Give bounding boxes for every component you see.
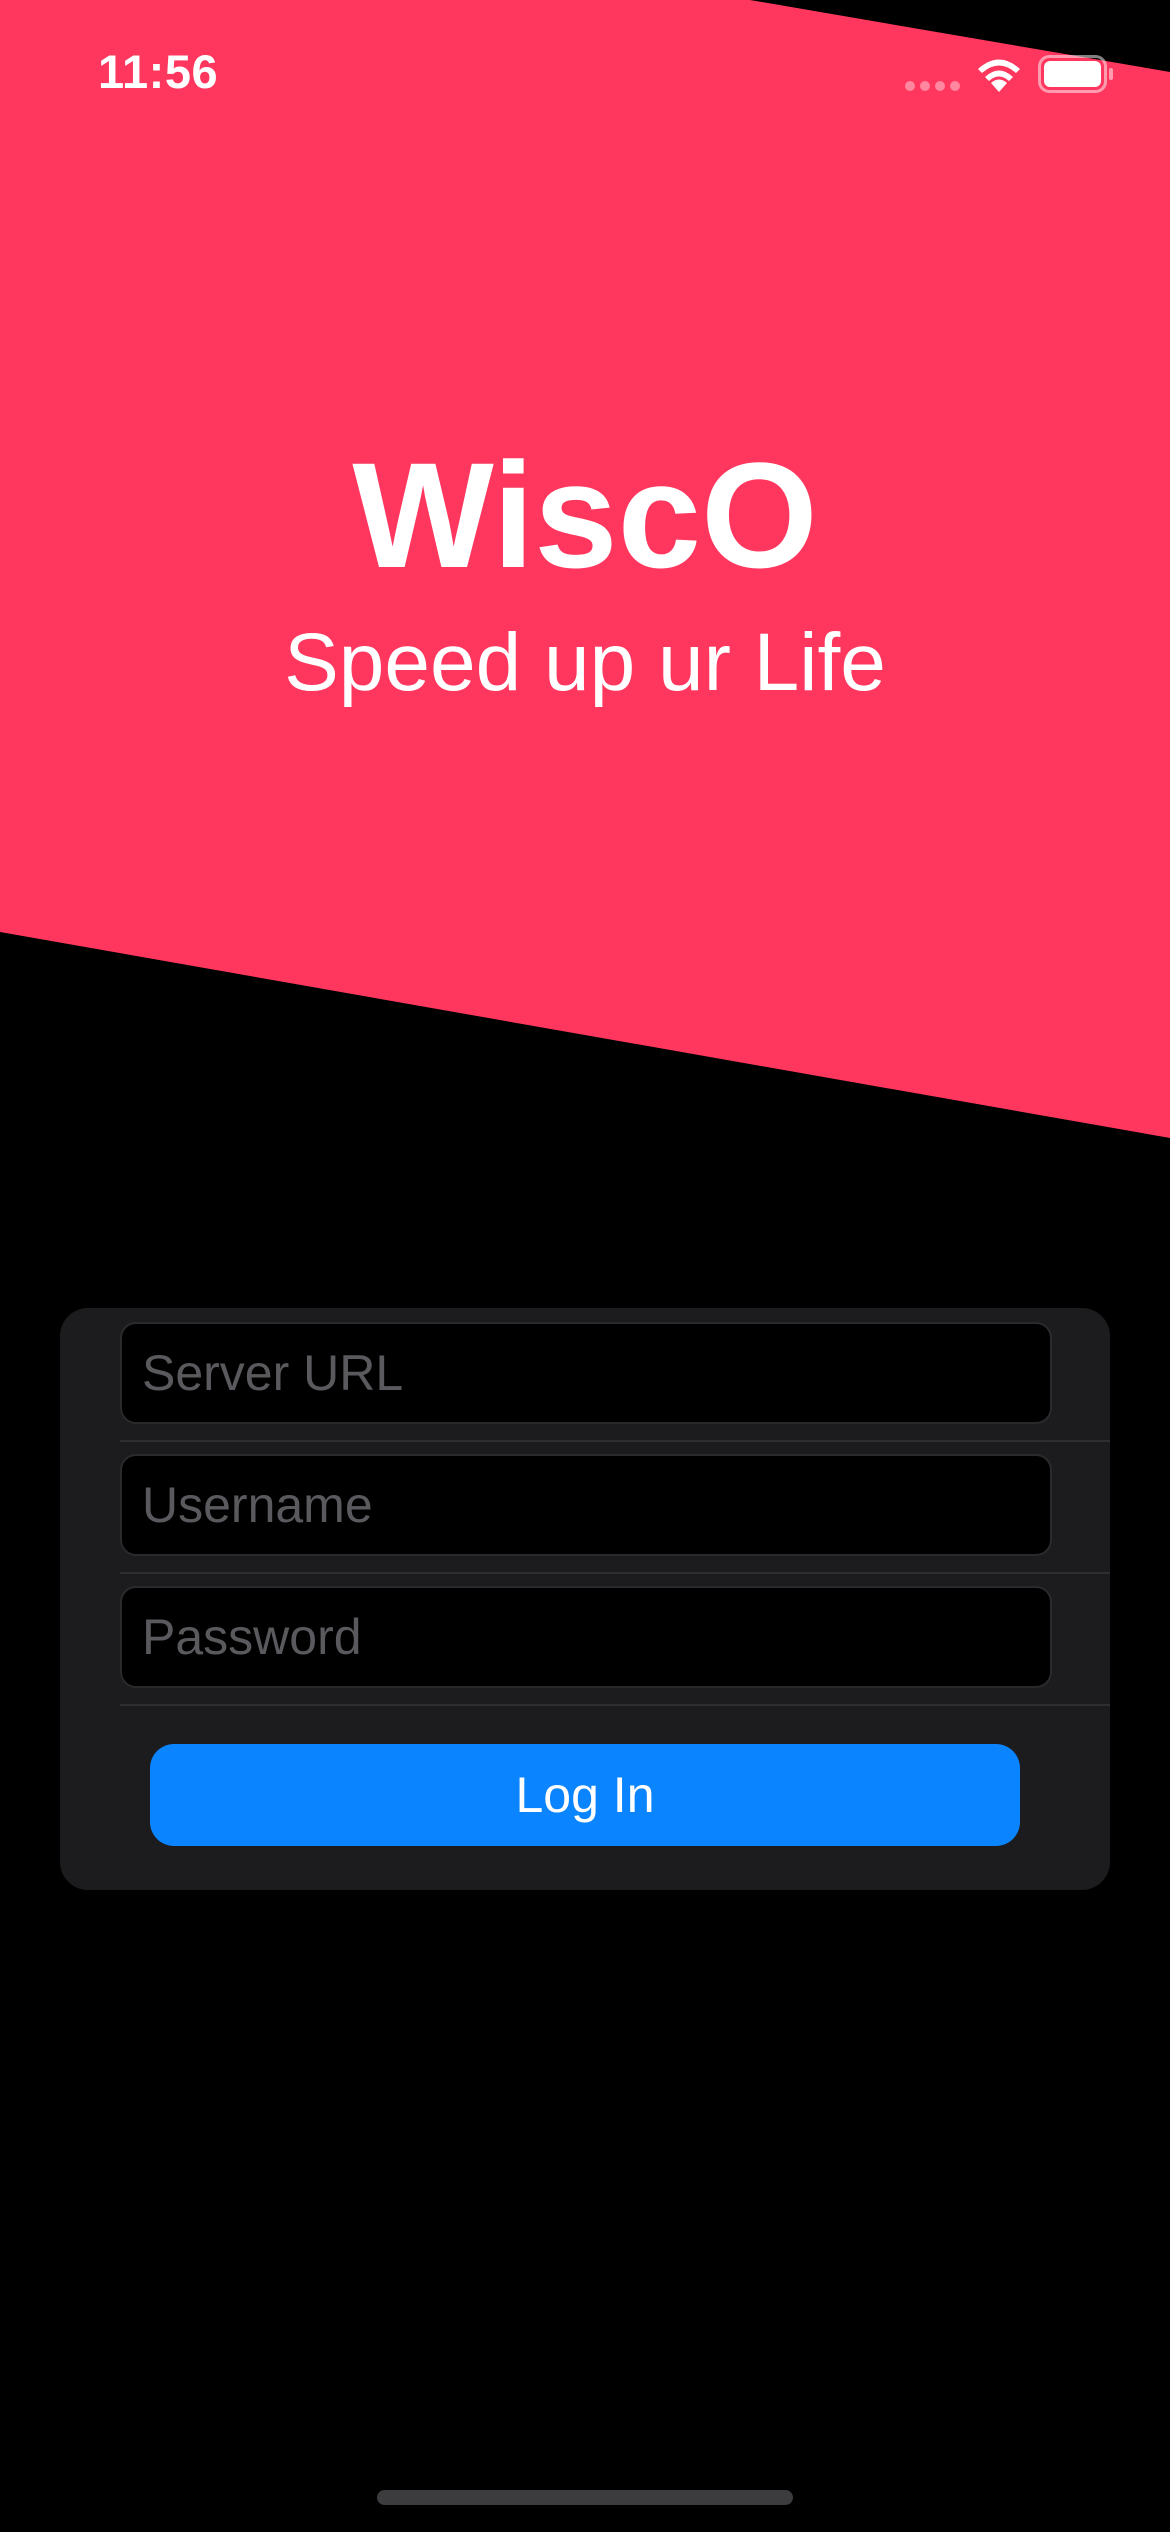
app-title: WiscO <box>352 431 818 599</box>
server-url-row <box>120 1308 1110 1442</box>
password-field[interactable] <box>120 1586 1052 1688</box>
signal-icon <box>905 81 960 91</box>
status-bar: 11:56 <box>0 0 1170 140</box>
username-row <box>120 1440 1110 1574</box>
username-field[interactable] <box>120 1454 1052 1556</box>
login-form-card: Log In <box>60 1308 1110 1890</box>
server-url-field[interactable] <box>120 1322 1052 1424</box>
wifi-icon <box>978 59 1020 92</box>
app-tagline: Speed up ur Life <box>284 617 886 708</box>
login-button[interactable]: Log In <box>150 1744 1020 1846</box>
status-time: 11:56 <box>98 45 219 98</box>
hero-banner <box>0 0 1170 1138</box>
battery-icon <box>1038 55 1113 93</box>
home-indicator[interactable] <box>377 2490 793 2505</box>
password-row <box>120 1572 1110 1706</box>
